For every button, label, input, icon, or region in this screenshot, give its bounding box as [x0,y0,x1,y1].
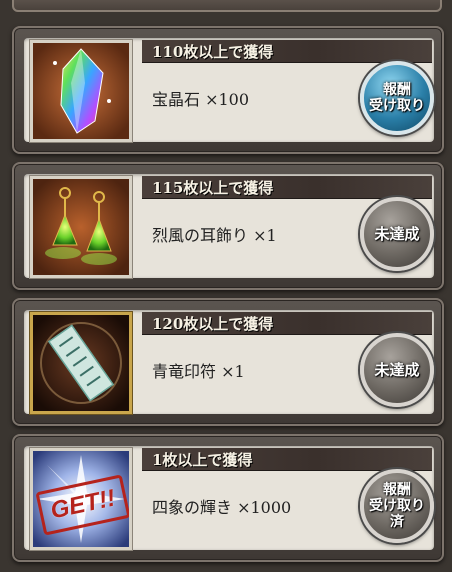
four-symbols-radiance-icon: GET!! [30,448,132,550]
reward-threshold-bar: 120枚以上で獲得 [142,312,432,335]
rainbow-crystal-icon [30,40,132,142]
reward-threshold-text: 115枚以上で獲得 [152,179,274,197]
reward-threshold-bar: 1枚以上で獲得 [142,448,432,471]
reward-card: 115枚以上で獲得 烈風の耳飾り ×1 未達成 [12,162,444,290]
reward-threshold-text: 120枚以上で獲得 [152,315,274,333]
reward-item-name: 烈風の耳飾り ×1 [152,226,277,245]
button-line2: 受け取り済 [369,498,425,530]
unachieved-button[interactable]: 未達成 [360,197,434,271]
button-line1: 報酬 [383,82,411,98]
reward-claimed-button[interactable]: 報酬 受け取り済 [360,469,434,543]
button-line1: 未達成 [374,225,420,243]
unachieved-button[interactable]: 未達成 [360,333,434,407]
reward-card: 120枚以上で獲得 青竜印符 ×1 未達成 [12,298,444,426]
button-line1: 未達成 [374,361,420,379]
reward-card: 110枚以上で獲得 宝晶石 ×100 報酬 受け取り [12,26,444,154]
reward-threshold-bar: 115枚以上で獲得 [142,176,432,199]
reward-card: GET!! 1枚以上で獲得 四象の輝き ×1000 報酬 受け取り済 [12,434,444,562]
reward-item-name: 青竜印符 ×1 [152,362,245,381]
reward-threshold-bar: 110枚以上で獲得 [142,40,432,63]
previous-reward-card-edge [12,0,442,12]
reward-threshold-text: 110枚以上で獲得 [152,43,274,61]
reward-item-name: 四象の輝き ×1000 [152,498,292,517]
reward-item-name: 宝晶石 ×100 [152,90,250,109]
button-line1: 報酬 [383,482,411,498]
claim-reward-button[interactable]: 報酬 受け取り [360,61,434,135]
blue-dragon-talisman-icon [30,312,132,414]
reward-threshold-text: 1枚以上で獲得 [152,451,253,469]
green-earrings-icon [30,176,132,278]
button-line2: 受け取り [369,98,425,114]
